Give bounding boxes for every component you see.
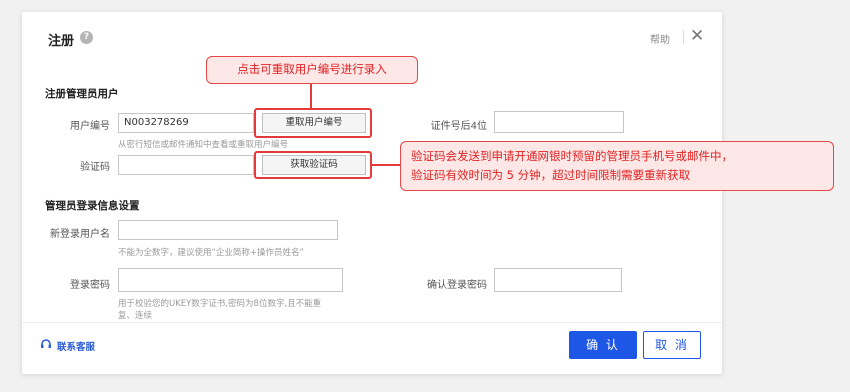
login-password-field[interactable] bbox=[118, 268, 343, 292]
new-username-label: 新登录用户名 bbox=[50, 229, 110, 240]
dialog-title: 注册 bbox=[48, 34, 75, 49]
user-id-field[interactable]: N003278269 bbox=[118, 113, 254, 133]
callout-connector-reacquire bbox=[310, 83, 312, 108]
callout-reacquire-tip: 点击可重取用户编号进行录入 bbox=[206, 56, 418, 84]
header-divider bbox=[683, 30, 684, 44]
confirm-button[interactable]: 确 认 bbox=[569, 331, 637, 359]
section-title-admin: 注册管理员用户 bbox=[45, 88, 119, 100]
callout-verification-code-tip: 验证码会发送到申请开通网银时预留的管理员手机号或邮件中， 验证码有效时间为 5 … bbox=[400, 141, 834, 191]
help-link[interactable]: 帮助 bbox=[650, 31, 670, 46]
footer-divider bbox=[22, 322, 722, 323]
callout-connector-code bbox=[372, 164, 400, 166]
verification-code-field[interactable] bbox=[118, 155, 254, 175]
user-id-hint: 从密行短信或邮件通知中查看或重取用户编号 bbox=[118, 140, 289, 150]
section-title-login: 管理员登录信息设置 bbox=[45, 200, 140, 212]
callout-code-line-1: 验证码会发送到申请开通网银时预留的管理员手机号或邮件中， bbox=[411, 149, 733, 163]
login-password-hint-2: 复、连续 bbox=[118, 311, 153, 321]
confirm-password-field[interactable] bbox=[494, 268, 622, 292]
login-password-hint-1: 用于校验您的UKEY数字证书,密码为8位数字,且不能重 bbox=[118, 299, 322, 309]
question-circle-icon[interactable]: ? bbox=[80, 31, 93, 44]
headset-icon[interactable] bbox=[40, 338, 52, 350]
contact-service-link[interactable]: 联系客服 bbox=[57, 339, 95, 353]
cancel-button[interactable]: 取 消 bbox=[643, 331, 701, 359]
close-icon[interactable]: ✕ bbox=[690, 26, 704, 46]
login-password-label: 登录密码 bbox=[70, 280, 110, 291]
new-username-hint: 不能为全数字，建议使用“企业简称+操作员姓名” bbox=[118, 248, 304, 258]
new-username-field[interactable] bbox=[118, 220, 338, 240]
cert-last4-label: 证件号后4位 bbox=[430, 121, 487, 132]
user-id-label: 用户编号 bbox=[70, 121, 110, 132]
highlight-get-code-button bbox=[254, 151, 372, 179]
callout-code-line-2: 验证码有效时间为 5 分钟，超过时间限制需要重新获取 bbox=[411, 168, 691, 182]
cert-last4-field[interactable] bbox=[494, 111, 624, 133]
confirm-password-label: 确认登录密码 bbox=[427, 280, 487, 291]
highlight-reacquire-button bbox=[254, 108, 372, 138]
verification-code-label: 验证码 bbox=[80, 162, 110, 173]
